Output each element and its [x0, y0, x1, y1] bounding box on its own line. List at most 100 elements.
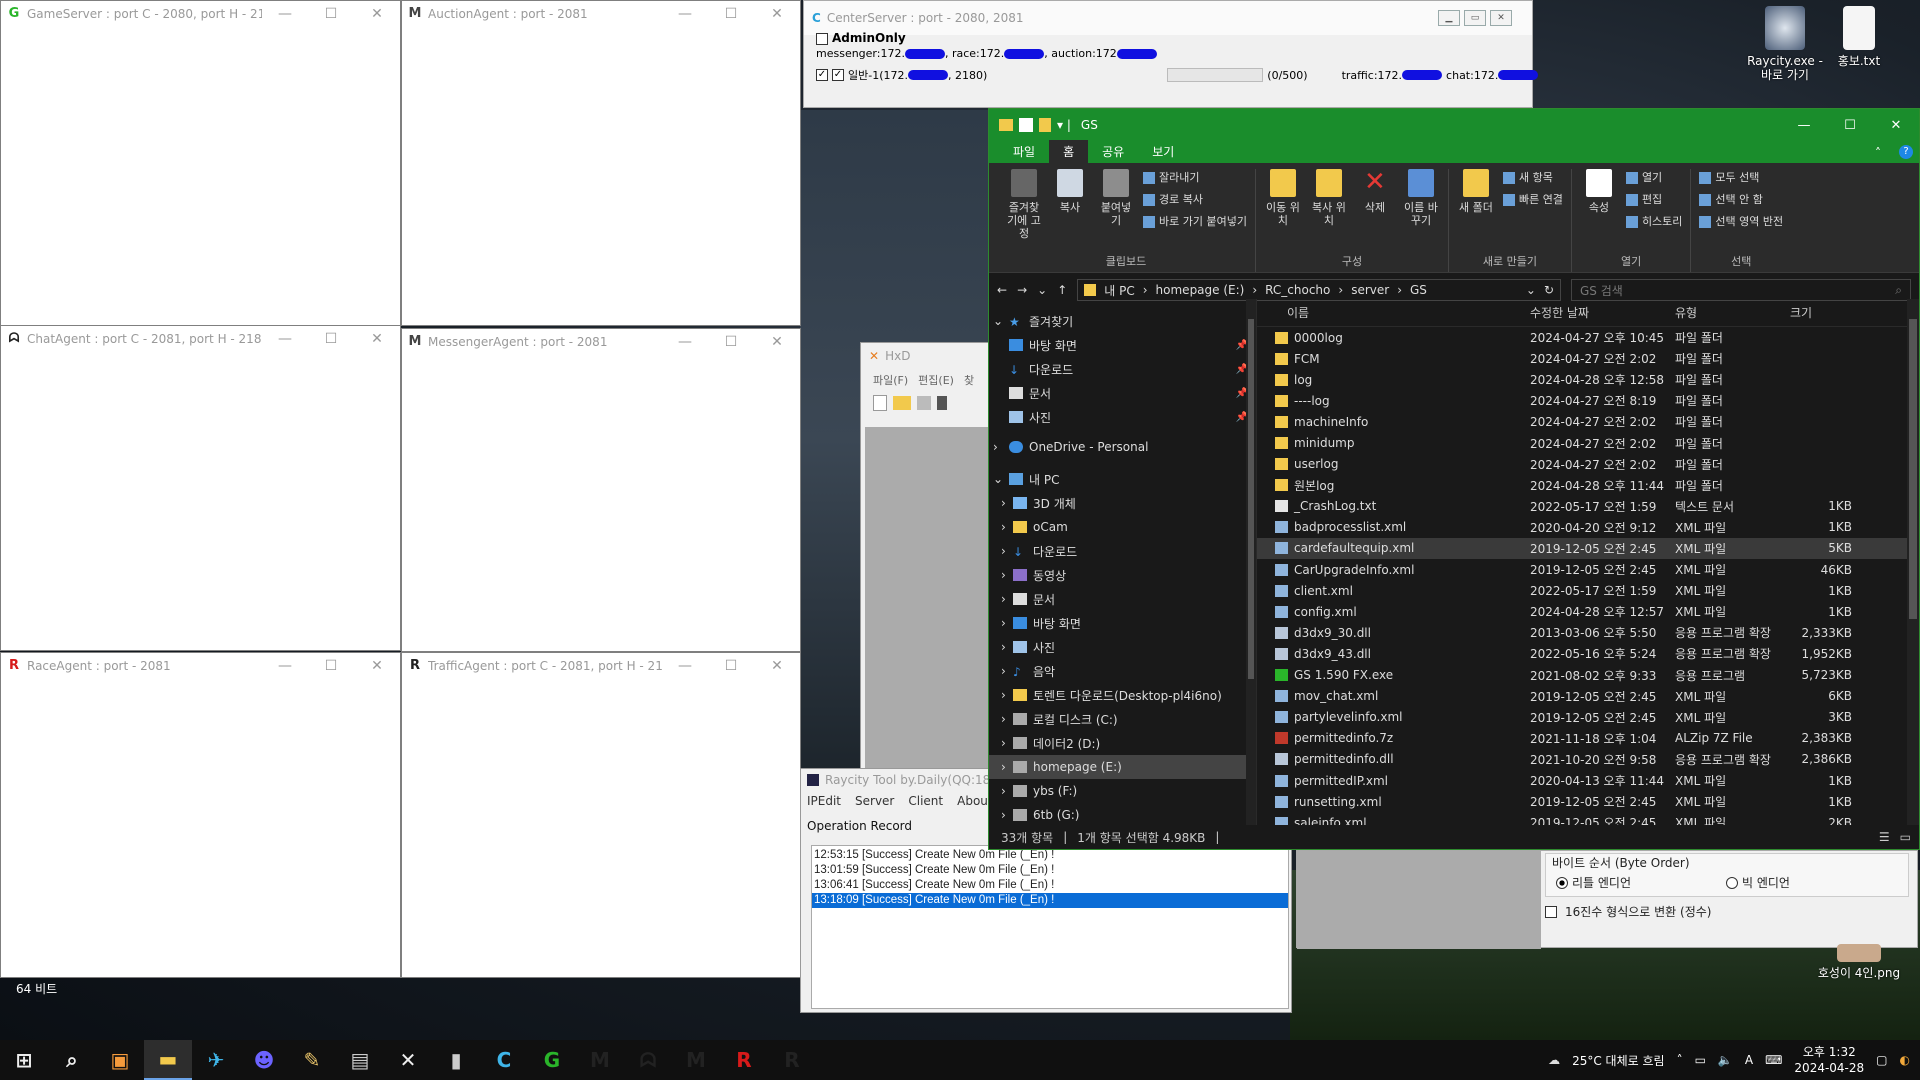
close-button[interactable]: ✕	[354, 658, 400, 674]
file-row[interactable]: CarUpgradeInfo.xml 2019-12-05 오전 2:45 XML …	[1257, 559, 1919, 580]
minimize-button[interactable]: —	[262, 331, 308, 347]
new-file-icon[interactable]	[873, 395, 887, 411]
tab-file[interactable]: 파일	[999, 140, 1049, 163]
file-row[interactable]: partylevelinfo.xml 2019-12-05 오전 2:45 XML …	[1257, 707, 1919, 728]
network-tool-icon[interactable]: ▤	[336, 1040, 384, 1080]
list-item[interactable]: 13:18:09 [Success] Create New 0m File (_…	[812, 893, 1288, 908]
nav-item-torrent[interactable]: › 토렌트 다운로드(Desktop-pl4i6no)	[989, 683, 1256, 707]
nav-item-videos[interactable]: › 동영상	[989, 563, 1256, 587]
minimize-button[interactable]: —	[662, 6, 708, 22]
trafficagent-taskbar-icon[interactable]: R	[768, 1040, 816, 1080]
nav-item-downloads[interactable]: ↓ 다운로드 📌	[989, 357, 1256, 381]
chevron-right-icon[interactable]: ›	[1001, 568, 1013, 582]
maximize-button[interactable]: ☐	[708, 334, 754, 350]
open-button[interactable]: 열기	[1626, 169, 1682, 185]
file-row[interactable]: config.xml 2024-04-28 오후 12:57 XML 파일 1KB	[1257, 601, 1919, 622]
quick-access-dropdown-icon[interactable]: ▾ |	[1057, 118, 1071, 132]
scrollbar-thumb[interactable]	[1909, 319, 1917, 619]
start-button[interactable]: ⊞	[0, 1040, 48, 1080]
raceagent-window[interactable]: R RaceAgent : port - 2081 — ☐ ✕	[0, 652, 401, 978]
file-list[interactable]: 이름 수정한 날짜 유형 크기 0000log 2024-04-27 오후 10:…	[1257, 299, 1919, 830]
up-icon[interactable]: ↑	[1057, 283, 1067, 297]
hex-convert-checkbox[interactable]	[1545, 905, 1557, 918]
file-row[interactable]: permittedIP.xml 2020-04-13 오후 11:44 XML 파일…	[1257, 770, 1919, 791]
file-row[interactable]: d3dx9_30.dll 2013-03-06 오후 5:50 응용 프로그램 확장…	[1257, 622, 1919, 643]
breadcrumb-item[interactable]: 내 PC	[1104, 282, 1134, 299]
menu-server[interactable]: Server	[855, 794, 894, 808]
desktop-icon-txt[interactable]: 홍보.txt	[1814, 6, 1904, 68]
chevron-right-icon[interactable]: ›	[1001, 640, 1013, 654]
close-button[interactable]: ✕	[354, 331, 400, 347]
chevron-down-icon[interactable]: ⌄	[993, 472, 1009, 486]
chevron-right-icon[interactable]: ›	[1001, 616, 1013, 630]
keyboard-icon[interactable]: ⌨	[1765, 1053, 1782, 1067]
maximize-button[interactable]: ▭	[1464, 10, 1486, 26]
tiles-view-icon[interactable]: ▭	[1900, 830, 1911, 844]
close-button[interactable]: ✕	[1490, 10, 1512, 26]
forward-icon[interactable]: →	[1017, 283, 1027, 297]
breadcrumb-item[interactable]: RC_chocho	[1265, 283, 1330, 297]
search-icon[interactable]: ⌕	[48, 1040, 96, 1080]
nav-this-pc[interactable]: ⌄ 내 PC	[989, 467, 1256, 491]
column-name[interactable]: 이름	[1257, 304, 1522, 321]
maximize-button[interactable]: ☐	[308, 658, 354, 674]
close-button[interactable]: ✕	[1873, 118, 1919, 133]
refresh-icon[interactable]: ↻	[1544, 283, 1554, 297]
help-icon[interactable]: ?	[1899, 145, 1913, 159]
nav-item-pictures[interactable]: 사진 📌	[989, 405, 1256, 429]
column-type[interactable]: 유형	[1667, 304, 1782, 321]
chevron-right-icon[interactable]: ›	[1001, 736, 1013, 750]
chevron-right-icon[interactable]: ›	[1001, 688, 1013, 702]
copy-path-button[interactable]: 경로 복사	[1143, 191, 1247, 207]
file-row[interactable]: userlog 2024-04-27 오전 2:02 파일 폴더	[1257, 454, 1919, 475]
new-item-button[interactable]: 새 항목	[1503, 169, 1563, 185]
ime-indicator[interactable]: A	[1745, 1053, 1753, 1067]
nav-item-documents[interactable]: 문서 📌	[989, 381, 1256, 405]
nav-item-drive-g[interactable]: › 6tb (G:)	[989, 803, 1256, 827]
nav-item-desktop[interactable]: › 바탕 화면	[989, 611, 1256, 635]
list-item[interactable]: 12:53:15 [Success] Create New 0m File (_…	[812, 848, 1288, 863]
list-item[interactable]: 13:06:41 [Success] Create New 0m File (_…	[812, 878, 1288, 893]
chevron-right-icon[interactable]: ›	[1001, 544, 1013, 558]
clock[interactable]: 오후 1:32 2024-04-28	[1794, 1044, 1864, 1076]
file-row[interactable]: FCM 2024-04-27 오전 2:02 파일 폴더	[1257, 348, 1919, 369]
back-icon[interactable]: ←	[997, 283, 1007, 297]
minimize-button[interactable]: —	[262, 658, 308, 674]
save-icon[interactable]	[917, 396, 931, 410]
file-row[interactable]: badprocesslist.xml 2020-04-20 오전 9:12 XML …	[1257, 517, 1919, 538]
messenger-app-icon[interactable]: ✈	[192, 1040, 240, 1080]
notification-icon[interactable]: ▢	[1876, 1053, 1887, 1067]
network-icon[interactable]: ▭	[1695, 1053, 1706, 1067]
navigation-pane[interactable]: ⌄ ★ 즐겨찾기 바탕 화면 📌 ↓ 다운로드 📌 문서 📌 사진 📌 › OneDrive -…	[989, 299, 1257, 825]
file-row[interactable]: permittedinfo.dll 2021-10-20 오전 9:58 응용 프로…	[1257, 749, 1919, 770]
chevron-right-icon[interactable]: ›	[1001, 520, 1013, 534]
nav-item-music[interactable]: › ♪ 음악	[989, 659, 1256, 683]
nav-item-documents[interactable]: › 문서	[989, 587, 1256, 611]
minimize-button[interactable]: —	[1781, 118, 1827, 133]
minimize-button[interactable]: —	[262, 6, 308, 22]
desktop-icon-png[interactable]: 호성이 4인.png	[1814, 944, 1904, 980]
notepad-icon[interactable]: ✎	[288, 1040, 336, 1080]
file-explorer-window[interactable]: ▾ | GS — ☐ ✕ 파일 홈 공유 보기 ˄ ? 즐겨찾기에 고정 복사 …	[988, 108, 1920, 850]
centerserver-taskbar-icon[interactable]: C	[480, 1040, 528, 1080]
color-app-icon[interactable]: ◐	[1900, 1053, 1910, 1067]
hxd-window[interactable]: ✕ HxD 파일(F) 편집(E) 찾	[860, 342, 990, 770]
close-button[interactable]: ✕	[354, 6, 400, 22]
little-endian-radio[interactable]	[1556, 876, 1568, 889]
breadcrumb-item[interactable]: server	[1351, 283, 1389, 297]
chevron-down-icon[interactable]: ⌄	[993, 314, 1009, 328]
discord-icon[interactable]: ☻	[240, 1040, 288, 1080]
navigation-scrollbar[interactable]	[1246, 299, 1256, 825]
messengeragent-taskbar-icon[interactable]: M	[672, 1040, 720, 1080]
easy-access-button[interactable]: 빠른 연결	[1503, 191, 1563, 207]
collapse-ribbon-icon[interactable]: ˄	[1861, 143, 1895, 163]
file-row[interactable]: client.xml 2022-05-17 오전 1:59 XML 파일 1KB	[1257, 580, 1919, 601]
file-row[interactable]: machineInfo 2024-04-27 오전 2:02 파일 폴더	[1257, 411, 1919, 432]
maximize-button[interactable]: ☐	[708, 658, 754, 674]
file-row[interactable]: 원본log 2024-04-28 오후 11:44 파일 폴더	[1257, 475, 1919, 496]
tab-share[interactable]: 공유	[1088, 140, 1138, 163]
minimize-button[interactable]: —	[662, 658, 708, 674]
gameserver-window[interactable]: G GameServer : port C - 2080, port H - 2…	[0, 0, 401, 326]
properties-quick-icon[interactable]	[1019, 118, 1033, 132]
file-row[interactable]: ----log 2024-04-27 오전 8:19 파일 폴더	[1257, 390, 1919, 411]
